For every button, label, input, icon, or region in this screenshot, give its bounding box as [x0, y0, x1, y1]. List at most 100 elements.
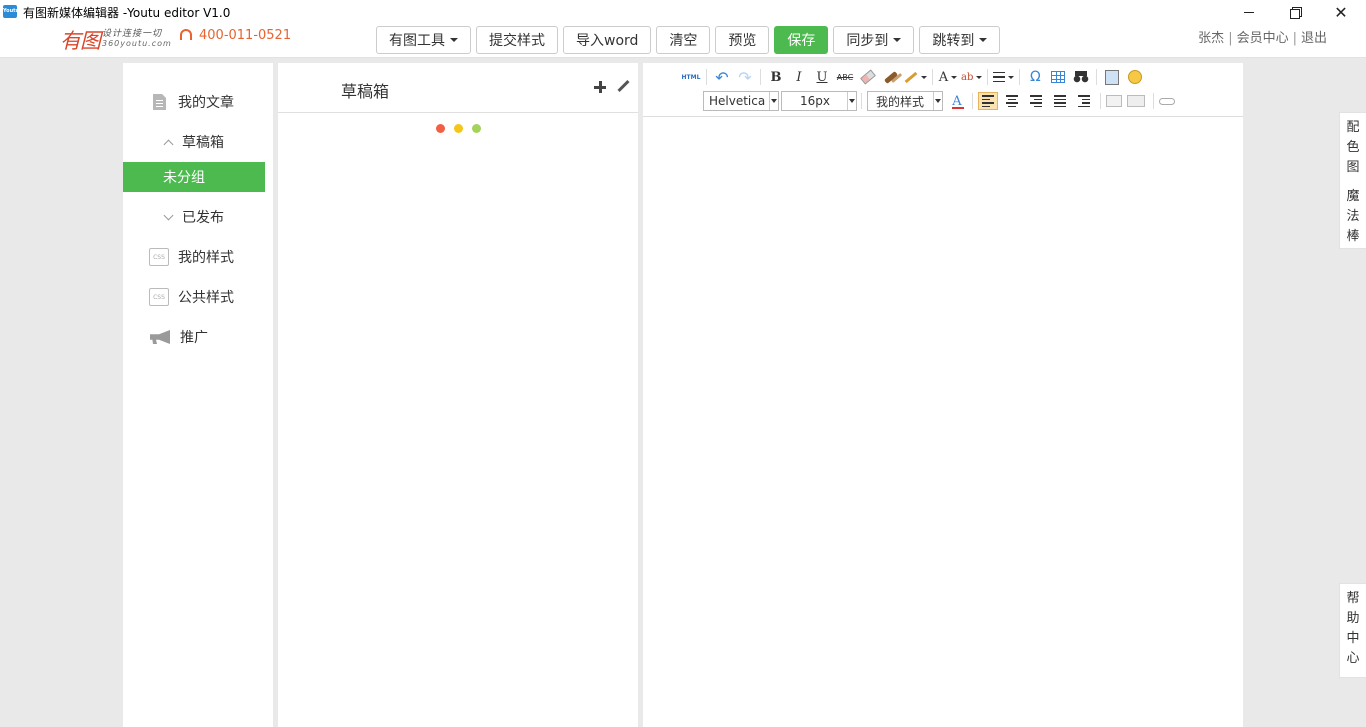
line-spacing-button[interactable]	[993, 67, 1015, 87]
align-center-button[interactable]	[1002, 92, 1022, 110]
font-family-value: Helvetica	[709, 94, 766, 108]
rich-text-editor: HTML ↶ ↷ B I U ABC A ab Ω Helvetica 16px…	[643, 63, 1243, 727]
magic-wand-tab[interactable]: 魔 法 棒	[1340, 187, 1366, 247]
sidebar-item-promotion[interactable]: 推广	[123, 322, 265, 352]
sidebar-item-my-styles[interactable]: CSS 我的样式	[123, 242, 265, 272]
drafts-panel: 草稿箱	[278, 63, 638, 727]
my-style-select[interactable]: 我的样式	[867, 91, 943, 111]
phone-number: 400-011-0521	[199, 28, 292, 43]
jump-to-button[interactable]: 跳转到	[919, 26, 1001, 54]
app-header: 有图 设计连接一切 360youtu.com 400-011-0521 有图工具…	[0, 24, 1366, 58]
find-replace-button[interactable]	[1071, 67, 1091, 87]
magic-wand-button[interactable]	[904, 67, 927, 87]
emoji-button[interactable]	[1125, 67, 1145, 87]
separator: |	[1228, 31, 1233, 46]
indent-button[interactable]	[1074, 92, 1094, 110]
sidebar-item-drafts[interactable]: 草稿箱	[123, 127, 265, 157]
editor-toolbar: HTML ↶ ↷ B I U ABC A ab Ω Helvetica 16px…	[643, 63, 1243, 117]
editor-content-area[interactable]	[643, 117, 1243, 727]
insert-image-button[interactable]	[1102, 67, 1122, 87]
window-titlebar: Youtu 有图新媒体编辑器 -Youtu editor V1.0 ✕	[0, 0, 1366, 24]
special-char-button[interactable]: Ω	[1025, 67, 1045, 87]
align-justify-button[interactable]	[1050, 92, 1070, 110]
loading-dot	[454, 124, 463, 133]
divider	[932, 69, 933, 85]
main-toolbar: 有图工具 提交样式 导入word 清空 预览 保存 同步到 跳转到	[376, 26, 1005, 54]
chevron-down-icon	[933, 92, 942, 110]
tab-char: 心	[1346, 651, 1360, 666]
video-icon[interactable]	[1127, 95, 1145, 107]
youtu-tools-button[interactable]: 有图工具	[376, 26, 471, 54]
member-center-link[interactable]: 会员中心	[1237, 31, 1289, 46]
maximize-button[interactable]	[1272, 0, 1318, 24]
divider	[972, 93, 973, 109]
logo[interactable]: 有图 设计连接一切 360youtu.com	[60, 24, 175, 53]
font-size-select[interactable]: 16px	[781, 91, 857, 111]
sidebar-item-label: 已发布	[182, 210, 224, 226]
headset-icon	[180, 29, 192, 40]
logo-url: 360youtu.com	[102, 39, 172, 48]
edit-icon[interactable]	[616, 80, 630, 94]
save-button[interactable]: 保存	[774, 26, 829, 54]
loading-dot	[436, 124, 445, 133]
import-word-button[interactable]: 导入word	[563, 26, 652, 54]
clear-button[interactable]: 清空	[656, 26, 711, 54]
loading-dot	[472, 124, 481, 133]
format-painter-button[interactable]	[881, 67, 901, 87]
app-icon: Youtu	[3, 5, 19, 18]
logout-link[interactable]: 退出	[1301, 31, 1327, 46]
help-center-label: 帮 助 中 心	[1340, 589, 1366, 669]
logo-slogan: 设计连接一切	[102, 29, 163, 39]
html-source-button[interactable]: HTML	[681, 67, 701, 87]
preview-button[interactable]: 预览	[715, 26, 770, 54]
insert-table-button[interactable]	[1048, 67, 1068, 87]
sidebar-item-public-styles[interactable]: CSS 公共样式	[123, 282, 265, 312]
eraser-button[interactable]	[858, 67, 878, 87]
separator: |	[1292, 31, 1297, 46]
underline-button[interactable]: U	[812, 67, 832, 87]
redo-button[interactable]: ↷	[735, 67, 755, 87]
chevron-down-icon	[769, 92, 778, 110]
my-style-value: 我的样式	[876, 94, 925, 109]
divider	[1100, 93, 1101, 109]
clear-style-button[interactable]: A	[947, 91, 967, 111]
tab-char: 帮	[1346, 591, 1360, 606]
font-color-button[interactable]: A	[938, 67, 958, 87]
minimize-button[interactable]	[1226, 0, 1272, 24]
sidebar-item-published[interactable]: 已发布	[123, 202, 265, 232]
undo-button[interactable]: ↶	[712, 67, 732, 87]
tab-char: 中	[1346, 631, 1360, 646]
css-file-icon: CSS	[149, 248, 169, 266]
tab-char: 配	[1346, 120, 1360, 135]
toolbar-row-1: HTML ↶ ↷ B I U ABC A ab Ω	[681, 67, 1148, 87]
user-name-link[interactable]: 张杰	[1198, 31, 1224, 46]
font-family-select[interactable]: Helvetica	[703, 91, 779, 111]
font-color-icon: A	[938, 69, 949, 85]
help-center-tab[interactable]: 帮 助 中 心	[1339, 583, 1366, 678]
chevron-down-icon	[1008, 75, 1015, 79]
sidebar-item-ungrouped[interactable]: 未分组	[123, 162, 265, 192]
image-icon[interactable]	[1106, 95, 1122, 107]
highlight-button[interactable]: ab	[961, 67, 983, 87]
divider	[1153, 93, 1154, 109]
align-left-button[interactable]	[978, 92, 998, 110]
strikethrough-button[interactable]: ABC	[835, 67, 855, 87]
submit-style-button[interactable]: 提交样式	[476, 26, 558, 54]
italic-button[interactable]: I	[789, 67, 809, 87]
sidebar-item-label: 我的文章	[178, 95, 234, 111]
bold-button[interactable]: B	[766, 67, 786, 87]
align-right-button[interactable]	[1026, 92, 1046, 110]
window-title: 有图新媒体编辑器 -Youtu editor V1.0	[23, 6, 231, 20]
add-icon[interactable]	[594, 81, 606, 93]
close-button[interactable]: ✕	[1318, 0, 1364, 24]
css-file-icon: CSS	[149, 288, 169, 306]
chevron-down-icon	[951, 75, 958, 79]
loading-indicator	[436, 124, 490, 133]
chevron-down-icon	[979, 38, 988, 42]
sidebar-item-my-articles[interactable]: 我的文章	[123, 87, 265, 117]
eraser-icon	[860, 69, 876, 85]
color-scheme-tab[interactable]: 配 色 图	[1340, 118, 1366, 178]
sync-to-button[interactable]: 同步到	[833, 26, 915, 54]
link-icon[interactable]	[1159, 97, 1175, 105]
divider	[706, 69, 707, 85]
